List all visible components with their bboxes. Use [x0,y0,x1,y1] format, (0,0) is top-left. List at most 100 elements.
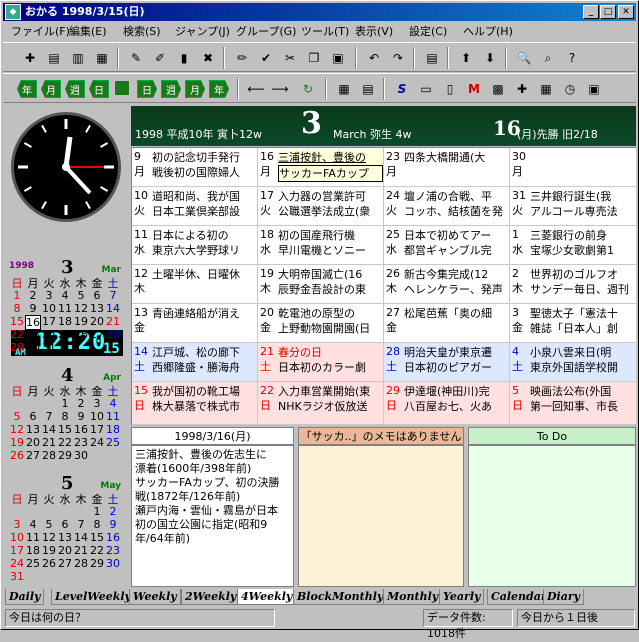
mini-cal-day[interactable]: 4 [57,289,73,302]
day-events[interactable]: 春分の日 日本初のカラー劇 [278,345,383,375]
mini-cal-day[interactable]: 9 [25,302,41,315]
mini-cal-day[interactable]: 22 [57,436,73,449]
mini-cal-day[interactable]: 15 [9,315,25,328]
event-item[interactable]: 都営ギャンブル完 [404,243,509,258]
event-item[interactable]: 宝塚少女歌劇第1 [530,243,636,258]
help-icon[interactable]: ? [561,47,583,69]
day-cell[interactable]: 24 火壇ノ浦の合戦、平 コッホ、結核菌を発 [384,187,510,226]
mini-cal-day[interactable]: 10 [41,302,57,315]
marker-icon[interactable]: M [463,78,485,100]
mini-cal-day[interactable]: 14 [41,423,57,436]
event-item[interactable]: NHKラジオ仮放送 [278,399,383,414]
mini-cal-day[interactable]: 29 [57,449,73,462]
title-bar[interactable]: ◆ おかる 1998/3/15(日) _ □ ✕ [3,3,636,21]
event-item[interactable]: コッホ、結核菌を発 [404,204,509,219]
event-item[interactable]: 日本初のピアガー [404,360,509,375]
mini-cal-day[interactable]: 3 [89,397,105,410]
mini-cal-day[interactable]: 25 [105,436,121,449]
day-events[interactable]: 三井銀行誕生(我 アルコール専売法 [530,189,636,219]
mini-cal-day[interactable]: 9 [73,410,89,423]
mini-cal-day[interactable]: 8 [89,518,105,531]
mini-cal-day[interactable]: 26 [73,328,89,341]
event-item[interactable]: 西郷隆盛・勝海舟 [152,360,257,375]
save-icon[interactable]: ▥ [67,47,89,69]
event-item[interactable]: 松尾芭蕉「奥の細 [404,306,509,321]
check-icon[interactable]: ✔ [255,47,277,69]
event-item[interactable]: 我が国初の靴工場 [152,384,257,399]
mini-cal-day[interactable]: 22 [89,544,105,557]
tab-yearly[interactable]: Yearly [439,589,485,605]
day-cell[interactable]: 25 水日本で初めてアー 都営ギャンブル完 [384,226,510,265]
day-events[interactable]: 四条大橋開通(大 [404,150,509,165]
mini-cal-day[interactable]: 30 [105,557,121,570]
refresh-icon[interactable]: ↻ [297,78,319,100]
back-arrow-icon[interactable]: ⟵ [245,78,267,100]
event-item[interactable]: 土曜半休、日曜休 [152,267,257,282]
mini-cal-day[interactable]: 2 [73,397,89,410]
menu-help[interactable]: ヘルプ(H) [463,22,513,41]
event-item[interactable]: 江戸城、松の廊下 [152,345,257,360]
mini-cal-day[interactable]: 13 [89,302,105,315]
style-icon[interactable]: S [391,78,413,100]
mini-cal-day[interactable]: 30 [73,449,89,462]
event-item[interactable]: 三浦按針、豊後の [278,150,383,165]
day-events[interactable]: 道昭和尚、我が国 日本工業倶楽部設 [152,189,257,219]
mini-cal-day[interactable]: 9 [105,518,121,531]
tab-calendar[interactable]: Calendar [487,589,551,605]
mini-cal-day[interactable]: 27 [89,328,105,341]
day-events[interactable]: 映画法公布(外国 第一回知事、市長 [530,384,636,414]
day-events[interactable]: 日本による初の 東京六大学野球リ [152,228,257,258]
mini-cal-day[interactable]: 17 [89,423,105,436]
menu-jump[interactable]: ジャンプ(J) [175,22,230,41]
mini-cal-day[interactable]: 17 [9,544,25,557]
mini-cal-day[interactable]: 6 [25,410,41,423]
tab-monthly[interactable]: Monthly [383,589,443,605]
event-item[interactable]: ヘレンケラー、発声 [404,282,509,297]
tab-weekly[interactable]: Weekly [129,589,181,605]
menu-settings[interactable]: 設定(C) [409,22,447,41]
day-events[interactable]: 江戸城、松の廊下 西郷隆盛・勝海舟 [152,345,257,375]
prev-week-button[interactable]: 週 [65,80,85,98]
event-item[interactable]: 大明帝国滅亡(16 [278,267,383,282]
paste-icon[interactable]: ▣ [327,47,349,69]
mini-cal-day[interactable]: 1 [89,505,105,518]
mini-cal-day[interactable]: 15 [57,423,73,436]
day-cell[interactable]: 23 月四条大橋開通(大 [384,148,510,187]
highlight-icon[interactable]: ✏ [231,47,253,69]
diary-icon[interactable]: ▯ [439,78,461,100]
mini-cal-day[interactable]: 11 [57,302,73,315]
day-events[interactable]: 世界初のゴルフオ サンデー毎日、週刊 [530,267,636,297]
day-cell[interactable]: 2 木世界初のゴルフオ サンデー毎日、週刊 [510,265,637,304]
menu-edit[interactable]: 編集(E) [69,22,107,41]
mini-cal-day[interactable]: 23 [73,436,89,449]
mini-cal-day[interactable]: 26 [41,557,57,570]
prev-month-button[interactable]: 月 [41,80,61,98]
next-month-button[interactable]: 月 [185,80,205,98]
day-events[interactable]: 壇ノ浦の合戦、平 コッホ、結核菌を発 [404,189,509,219]
app-icon[interactable]: ◆ [5,4,21,20]
event-item[interactable]: 辰野金吾設計の東 [278,282,383,297]
event-item[interactable]: 新古今集完成(12 [404,267,509,282]
mini-cal-day[interactable]: 22 [9,328,25,341]
menu-tools[interactable]: ツール(T) [301,22,349,41]
day-cell[interactable]: 26 木新古今集完成(12 ヘレンケラー、発声 [384,265,510,304]
day-events[interactable]: 松尾芭蕉「奥の細 [404,306,509,321]
mini-cal-day[interactable]: 2 [105,505,121,518]
mini-cal-day[interactable]: 6 [89,289,105,302]
day-cell[interactable]: 19 木大明帝国滅亡(16 辰野金吾設計の東 [258,265,384,304]
next-year-button[interactable]: 年 [209,80,229,98]
mini-cal-day[interactable]: 20 [57,544,73,557]
memo-icon[interactable]: ▭ [415,78,437,100]
day-cell[interactable]: 1 水三菱銀行の前身 宝塚少女歌劇第1 [510,226,637,265]
mini-cal-day[interactable]: 3 [41,289,57,302]
clock-icon[interactable]: ◷ [559,78,581,100]
day-cell[interactable]: 17 火入力器の営業許可 公職選挙法成立(衆 [258,187,384,226]
prev-day-button[interactable]: 日 [89,80,109,98]
event-item[interactable]: サンデー毎日、週刊 [530,282,636,297]
day-events[interactable]: 初の記念切手発行 戦後初の国際婦人 [152,150,257,180]
document-icon[interactable]: ▤ [421,47,443,69]
day-events[interactable]: 小泉八雲来日(明 東京外国語学校開 [530,345,636,375]
day-cell[interactable]: 29 日伊達堰(神田川)完 八百屋お七、火あ [384,382,510,425]
day-cell[interactable]: 31 火三井銀行誕生(我 アルコール専売法 [510,187,637,226]
mini-cal-day[interactable]: 21 [73,544,89,557]
